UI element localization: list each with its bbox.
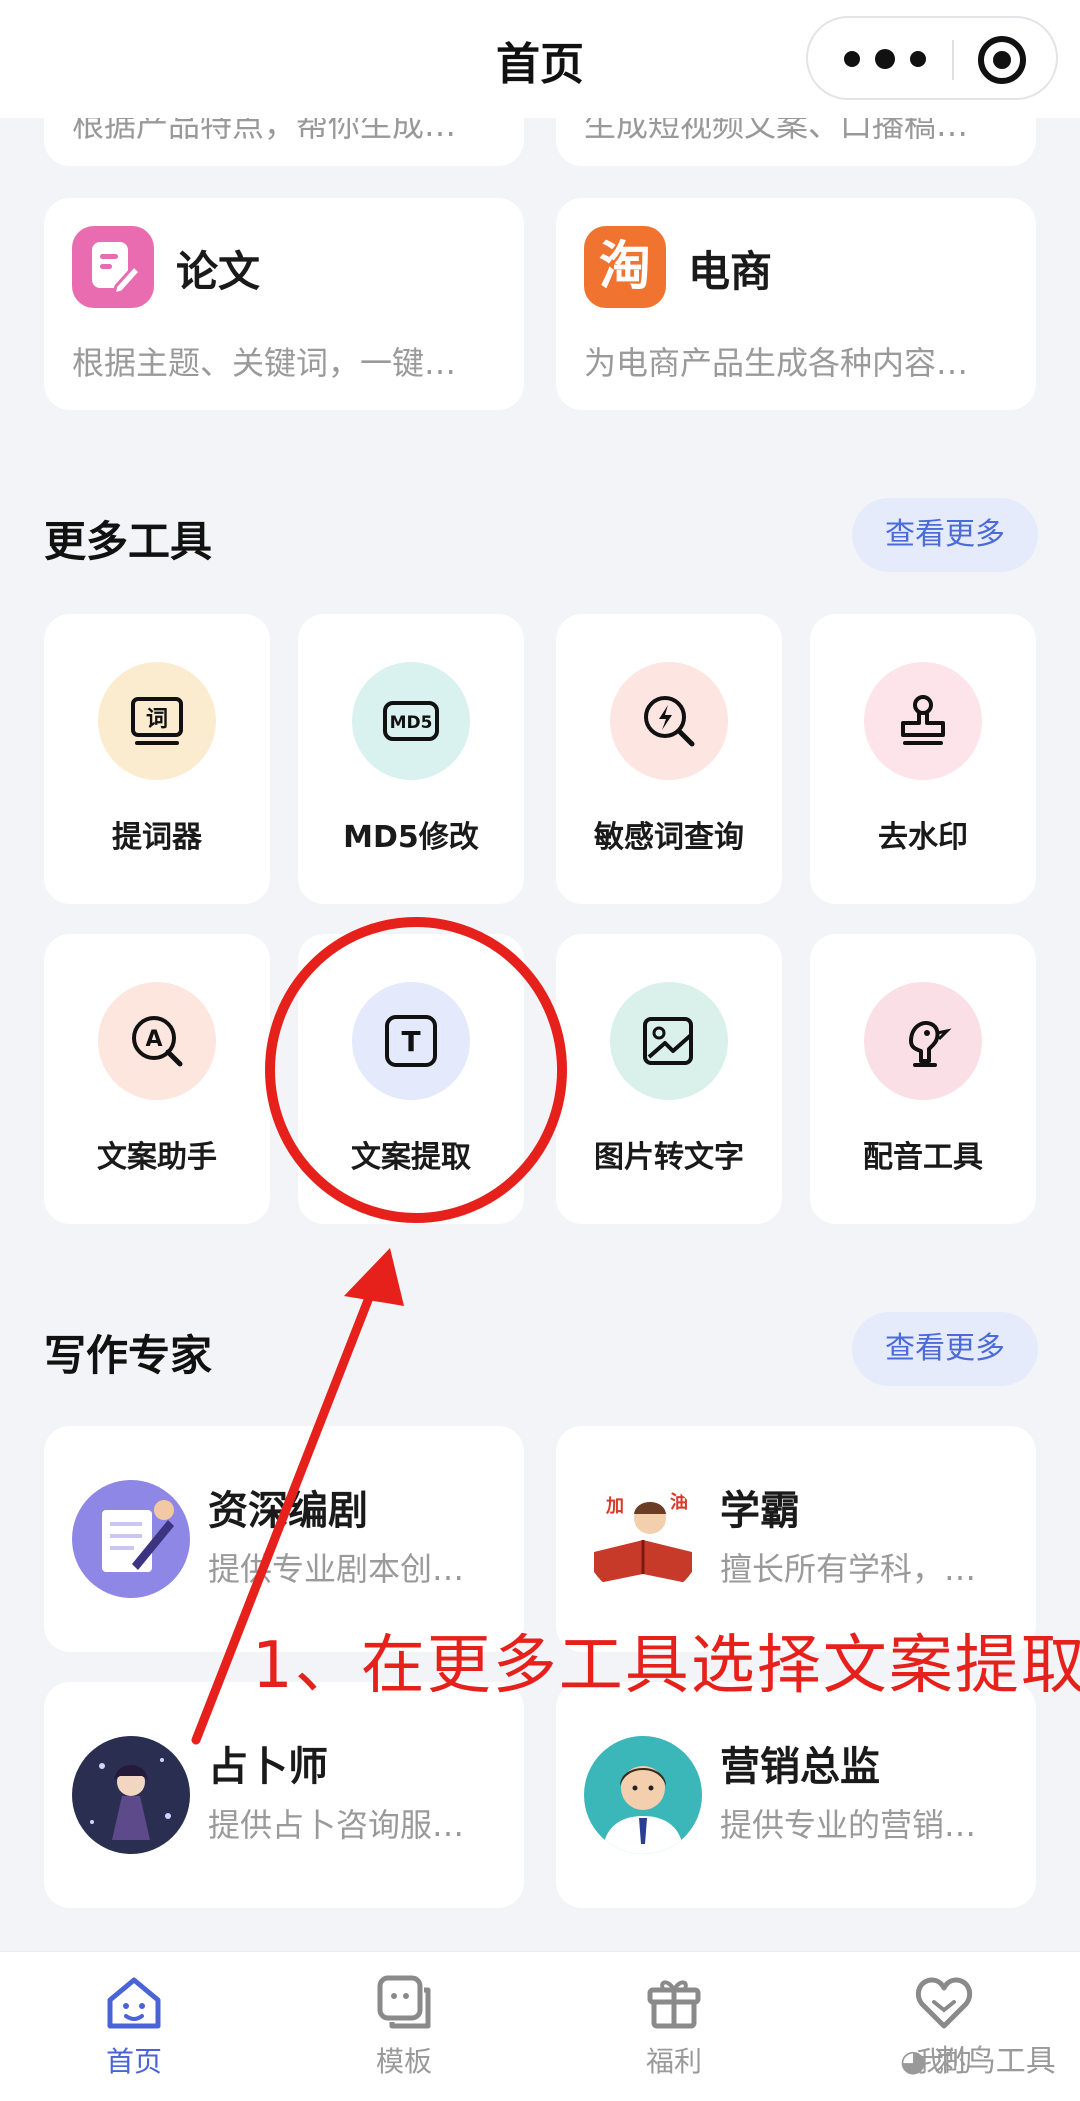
mini-program-capsule [806,16,1058,100]
text-extract-icon: T [352,982,470,1100]
tab-template-label: 模板 [375,2045,432,2078]
tool-dubbing[interactable]: 配音工具 [810,934,1036,1224]
more-tools-title: 更多工具 [44,517,213,566]
tool-copy-assistant-label: 文案助手 [97,1140,217,1175]
expert-name-marketing-director: 营销总监 [720,1744,880,1790]
watermark-text: 刺鸟工具 [935,2044,1056,2079]
home-icon [107,1977,161,2029]
screenwriter-avatar [72,1480,190,1598]
tab-home[interactable]: 首页 [64,1970,204,2080]
image-to-text-icon [610,982,728,1100]
tool-md5-label: MD5修改 [343,820,479,855]
expert-name-fortune-teller: 占卜师 [208,1744,328,1790]
tool-remove-watermark-label: 去水印 [878,820,968,855]
md5-icon-glyph: MD5 [390,713,433,733]
taobao-icon: 淘 [584,226,666,308]
top-student-avatar: 加油 [584,1480,702,1598]
annotation-text: 1、在更多工具选择文案提取 [252,1629,1080,1703]
text-extract-glyph: T [401,1025,420,1058]
taobao-icon-glyph: 淘 [598,237,651,297]
pencil-doc-icon [72,226,154,308]
watermark: ◕ 刺鸟工具 [900,2036,1056,2080]
copy-assistant-glyph: A [145,1027,162,1052]
feature-card-ecommerce[interactable]: 淘 电商 为电商产品生成各种内容… [556,198,1036,410]
tool-sensitive-words-label: 敏感词查询 [594,820,744,855]
stamp-icon [864,662,982,780]
tab-home-label: 首页 [105,2045,162,2078]
template-icon [377,1975,431,2029]
svg-text:加: 加 [605,1496,624,1517]
feature-card-ecommerce-desc: 为电商产品生成各种内容… [584,344,969,382]
dubbing-bird-icon [864,982,982,1100]
copy-assistant-icon: A [98,982,216,1100]
feature-card-paper-desc: 根据主题、关键词，一键… [72,344,457,382]
capsule-divider [952,40,954,80]
feature-card-paper[interactable]: 论文 根据主题、关键词，一键… [44,198,524,410]
tool-image-to-text-label: 图片转文字 [594,1140,744,1175]
tab-template[interactable]: 模板 [334,1970,474,2080]
tool-dubbing-label: 配音工具 [863,1140,983,1175]
sensitive-search-icon [610,662,728,780]
tool-text-extract[interactable]: T 文案提取 [298,934,524,1224]
more-tools-view-more-button[interactable]: 查看更多 [852,498,1038,572]
svg-text:油: 油 [670,1491,688,1513]
nav-bar: 首页 [0,0,1080,118]
expert-desc-top-student: 擅长所有学科，… [720,1550,977,1588]
teleprompter-icon: 词 [98,662,216,780]
more-menu-icon[interactable] [844,46,926,72]
expert-desc-fortune-teller: 提供占卜咨询服… [208,1806,465,1844]
tab-welfare[interactable]: 福利 [604,1970,744,2080]
writing-experts-title: 写作专家 [44,1331,213,1380]
heart-profile-icon [915,1977,973,2029]
marketing-director-avatar [584,1736,702,1854]
tool-teleprompter-label: 提词器 [112,820,202,855]
writing-experts-view-more-button[interactable]: 查看更多 [852,1312,1038,1386]
tool-sensitive-words[interactable]: 敏感词查询 [556,614,782,904]
md5-icon: MD5 [352,662,470,780]
tab-welfare-label: 福利 [645,2045,702,2078]
expert-name-screenwriter: 资深编剧 [208,1488,368,1534]
fortune-teller-avatar [72,1736,190,1854]
tool-copy-assistant[interactable]: A 文案助手 [44,934,270,1224]
expert-desc-marketing-director: 提供专业的营销… [720,1806,977,1844]
close-target-icon[interactable] [978,36,1026,84]
tool-teleprompter[interactable]: 词 提词器 [44,614,270,904]
tool-text-extract-label: 文案提取 [351,1140,471,1175]
svg-text:词: 词 [146,707,168,732]
tool-md5[interactable]: MD5 MD5修改 [298,614,524,904]
expert-name-top-student: 学霸 [720,1488,800,1534]
wechat-icon: ◕ [900,2044,936,2079]
annotation-arrow-head [344,1248,404,1306]
gift-icon [647,1980,701,2029]
feature-card-paper-title: 论文 [176,247,261,296]
expert-card-marketing-director[interactable]: 营销总监 提供专业的营销… [556,1682,1036,1908]
tool-remove-watermark[interactable]: 去水印 [810,614,1036,904]
expert-desc-screenwriter: 提供专业剧本创… [208,1550,465,1588]
tool-image-to-text[interactable]: 图片转文字 [556,934,782,1224]
expert-card-fortune-teller[interactable]: 占卜师 提供占卜咨询服… [44,1682,524,1908]
feature-card-ecommerce-title: 电商 [688,247,773,296]
